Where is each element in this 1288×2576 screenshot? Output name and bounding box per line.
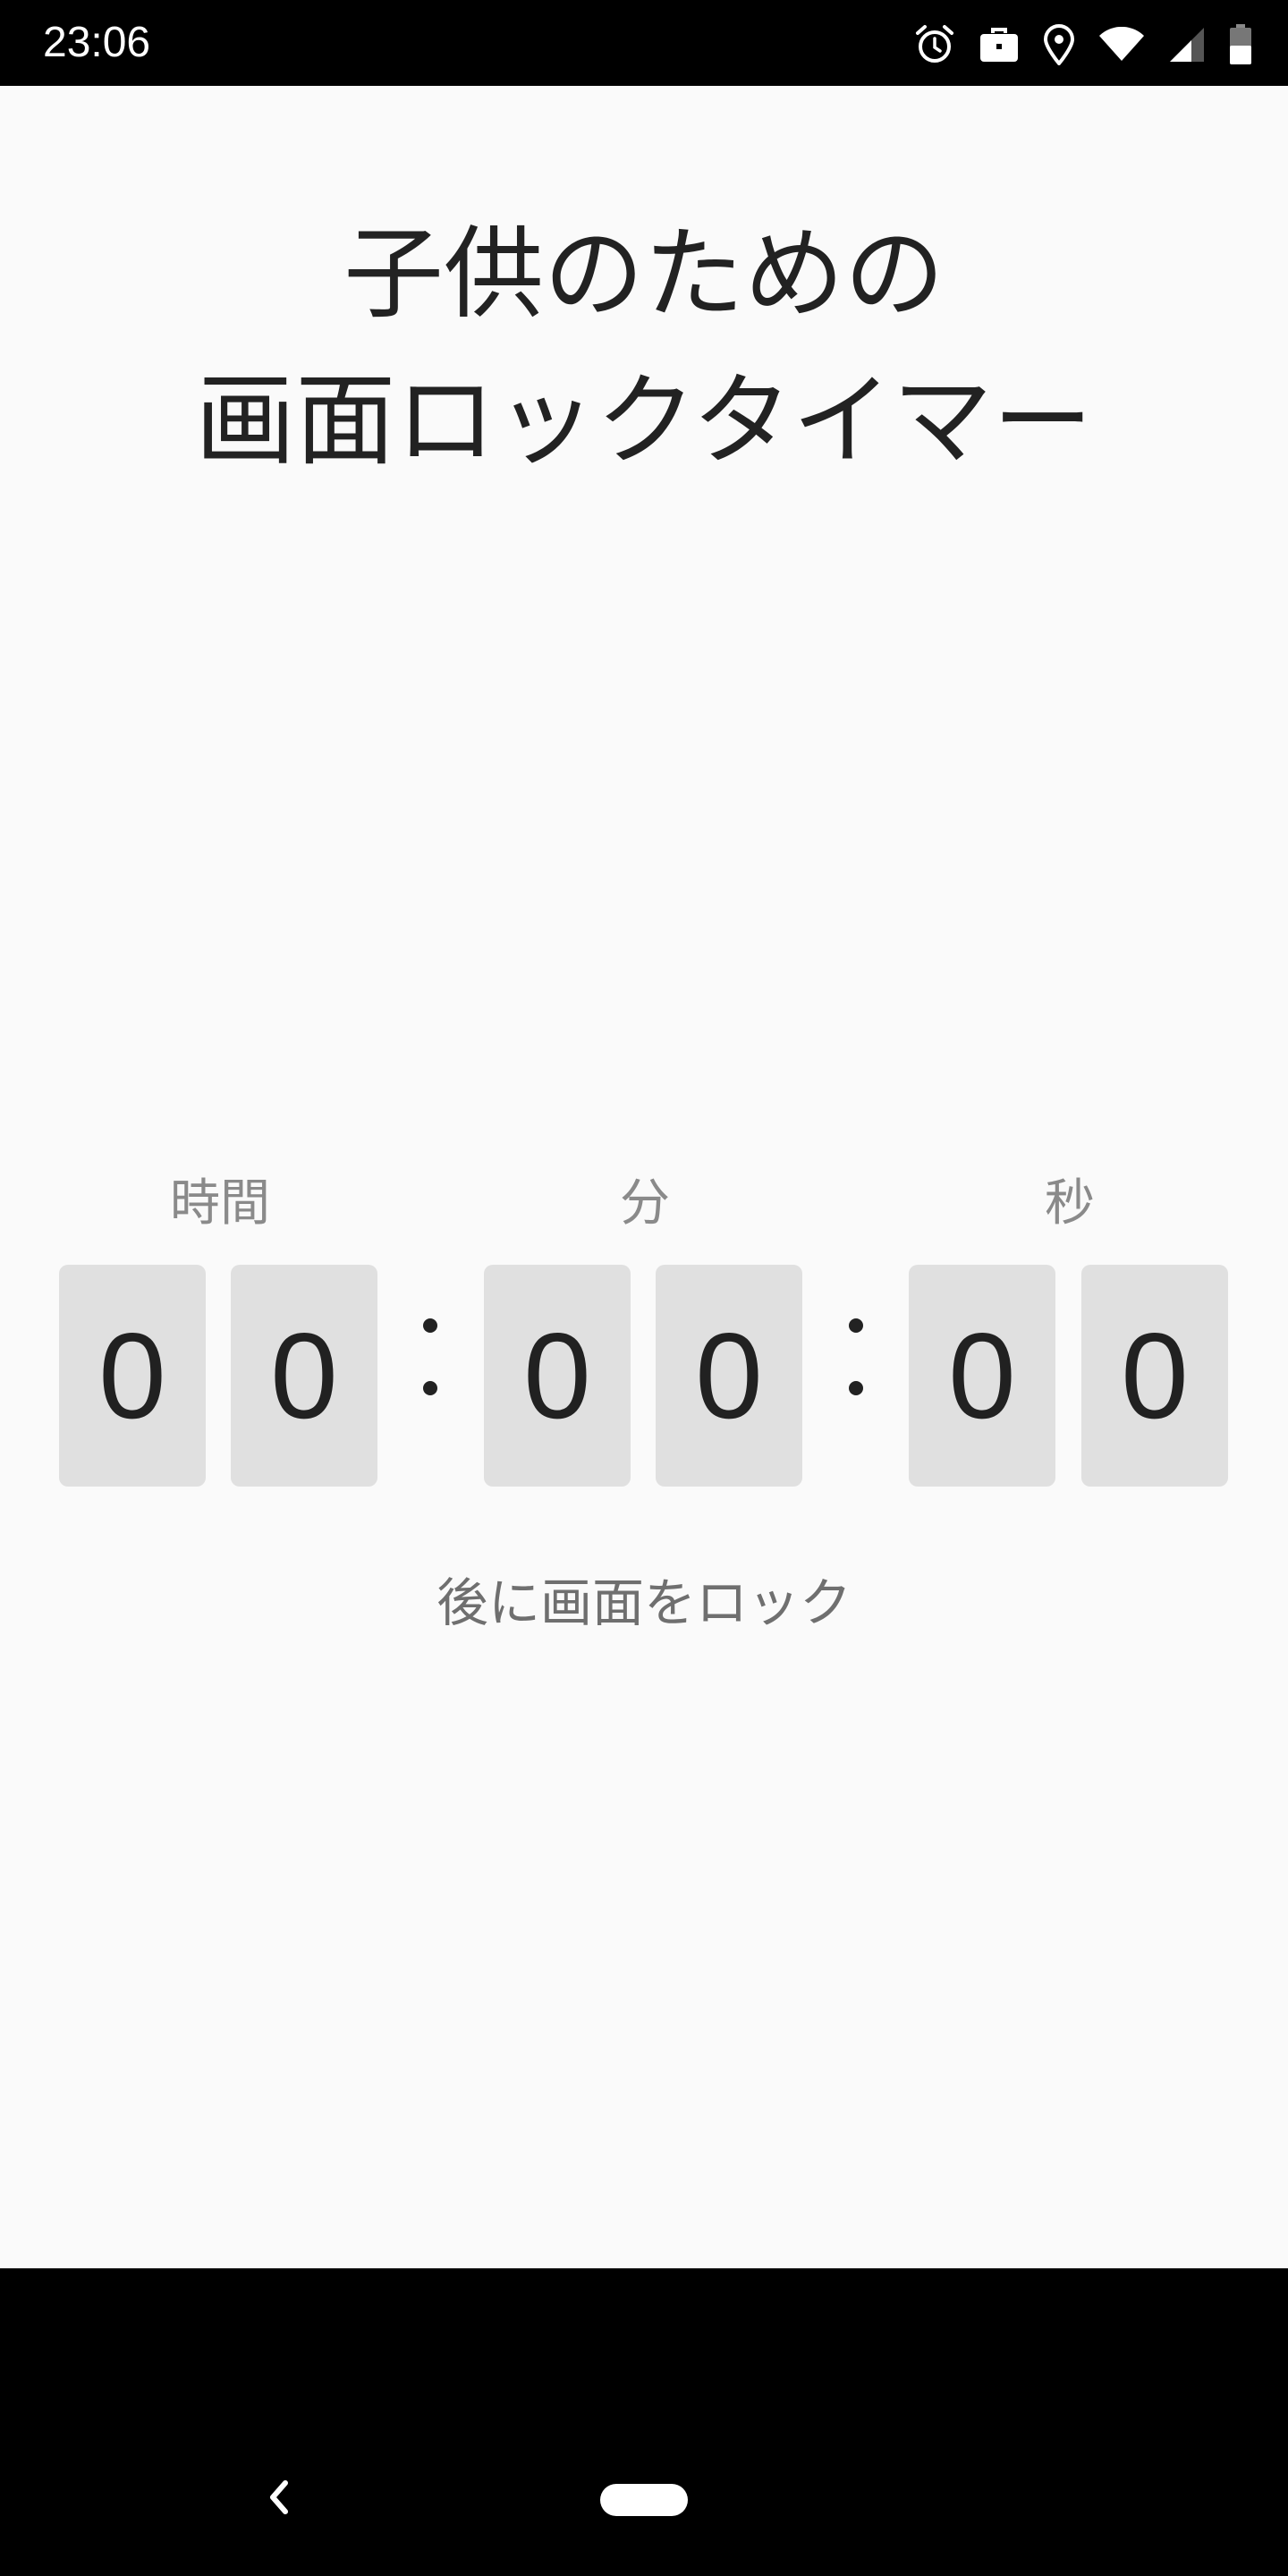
status-icons	[914, 20, 1252, 70]
cell-signal-icon	[1168, 26, 1206, 64]
page-title: 子供のための 画面ロックタイマー	[0, 201, 1288, 495]
home-button[interactable]	[600, 2484, 688, 2516]
minutes-seconds-separator	[846, 1318, 864, 1399]
title-line-2: 画面ロックタイマー	[195, 363, 1093, 479]
seconds-label: 秒	[1045, 1174, 1095, 1233]
seconds-tens-digit[interactable]: 0	[909, 1265, 1055, 1487]
hours-label: 時間	[170, 1174, 270, 1233]
hours-minutes-separator	[420, 1318, 438, 1399]
minutes-ones-digit[interactable]: 0	[656, 1265, 802, 1487]
title-line-1: 子供のための	[343, 216, 945, 333]
work-briefcase-icon	[979, 26, 1020, 64]
battery-icon	[1229, 24, 1252, 65]
minutes-label: 分	[620, 1174, 670, 1233]
location-icon	[1043, 24, 1075, 65]
status-time: 23:06	[43, 19, 151, 66]
back-button[interactable]	[250, 2467, 308, 2531]
back-chevron-icon	[266, 2478, 292, 2521]
hours-ones-digit[interactable]: 0	[231, 1265, 377, 1487]
navigation-bar	[0, 2268, 1288, 2576]
alarm-icon	[914, 24, 955, 65]
status-bar: 23:06	[0, 0, 1288, 86]
minutes-tens-digit[interactable]: 0	[484, 1265, 631, 1487]
seconds-ones-digit[interactable]: 0	[1081, 1265, 1228, 1487]
wifi-icon	[1098, 27, 1145, 63]
hours-tens-digit[interactable]: 0	[59, 1265, 206, 1487]
lock-after-text: 後に画面をロック	[436, 1572, 852, 1633]
